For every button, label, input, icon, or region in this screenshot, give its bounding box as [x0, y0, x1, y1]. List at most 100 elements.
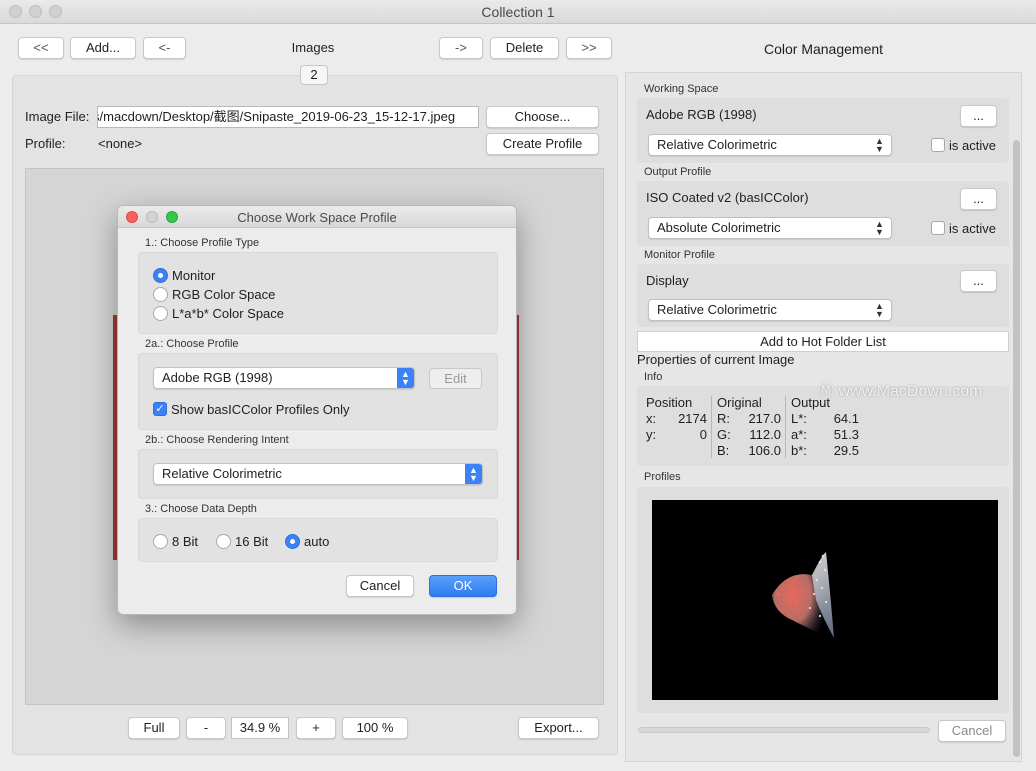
choose-profile-section-label: 2a.: Choose Profile	[145, 338, 239, 350]
x-label: x:	[646, 411, 657, 426]
edit-profile-button[interactable]: Edit	[429, 368, 482, 389]
rendering-intent-section: Relative Colorimetric ▲ ▼	[138, 449, 498, 499]
zoom-value-field[interactable]: 34.9 %	[231, 717, 289, 739]
radio-monitor-label: Monitor	[172, 268, 216, 283]
zoom-100-button[interactable]: 100 %	[342, 717, 408, 739]
r-label: R:	[717, 411, 730, 426]
export-button[interactable]: Export...	[518, 717, 599, 739]
output-profile-more-button[interactable]: ...	[960, 188, 997, 210]
data-depth-section: 8 Bit 16 Bit auto	[138, 518, 498, 562]
delete-image-button[interactable]: Delete	[490, 37, 559, 59]
g-value: 112.0	[749, 427, 781, 442]
output-profile-active-checkbox[interactable]	[931, 221, 945, 235]
working-space-intent-select[interactable]: Relative Colorimetric ▲ ▼	[648, 134, 892, 156]
working-space-value: Adobe RGB (1998)	[646, 107, 757, 122]
add-to-hot-folder-button[interactable]: Add to Hot Folder List	[637, 331, 1009, 352]
l-value: 64.1	[833, 411, 859, 426]
x-value: 2174	[678, 411, 707, 426]
radio-lab-color-space-label: L*a*b* Color Space	[172, 306, 285, 321]
watermark-logo-icon: Ⓜ	[818, 383, 835, 400]
create-profile-button[interactable]: Create Profile	[486, 133, 599, 155]
output-profile-value: ISO Coated v2 (basICColor)	[646, 190, 809, 205]
working-space-more-button[interactable]: ...	[960, 105, 997, 127]
right-panel-scrollbar[interactable]	[1013, 140, 1020, 757]
position-header: Position	[646, 395, 693, 410]
rendering-intent-select[interactable]: Relative Colorimetric ▲ ▼	[153, 463, 483, 485]
color-management-title: Color Management	[763, 41, 884, 57]
add-image-button[interactable]: Add...	[70, 37, 136, 59]
profile-type-section-label: 1.: Choose Profile Type	[145, 237, 260, 249]
choose-work-space-profile-dialog: Choose Work Space Profile 1.: Choose Pro…	[117, 205, 517, 615]
info-divider	[785, 396, 786, 458]
output-profile-active-label: is active	[949, 221, 996, 236]
dialog-title: Choose Work Space Profile	[237, 210, 397, 225]
select-arrows-icon: ▲ ▼	[875, 219, 884, 237]
dialog-ok-button[interactable]: OK	[429, 575, 497, 597]
choose-file-button[interactable]: Choose...	[486, 106, 599, 128]
radio-8bit-label: 8 Bit	[172, 534, 199, 549]
zoom-full-button[interactable]: Full	[128, 717, 180, 739]
a-value: 51.3	[833, 427, 859, 442]
radio-monitor[interactable]	[153, 268, 168, 283]
working-space-active-checkbox[interactable]	[931, 138, 945, 152]
bstar-label: b*:	[791, 443, 807, 458]
output-profile-label: Output Profile	[644, 166, 712, 178]
b-label: B:	[717, 443, 730, 458]
select-arrows-icon: ▲ ▼	[397, 368, 414, 388]
radio-16bit-label: 16 Bit	[235, 534, 269, 549]
info-label: Info	[644, 371, 663, 383]
radio-16bit[interactable]	[216, 534, 231, 549]
zoom-out-button[interactable]: -	[186, 717, 226, 739]
image-file-label: Image File:	[25, 109, 90, 124]
properties-title: Properties of current Image	[637, 352, 795, 367]
image-file-field[interactable]: s/macdown/Desktop/截图/Snipaste_2019-06-23…	[97, 106, 479, 128]
monitor-profile-intent-select[interactable]: Relative Colorimetric ▲ ▼	[648, 299, 892, 321]
select-arrows-icon: ▲ ▼	[875, 301, 884, 319]
title-bar: Collection 1	[0, 0, 1036, 24]
radio-lab-color-space[interactable]	[153, 306, 168, 321]
profile-label: Profile:	[25, 136, 66, 151]
zoom-in-button[interactable]: +	[296, 717, 336, 739]
y-label: y:	[646, 427, 657, 442]
dialog-title-bar: Choose Work Space Profile	[118, 206, 516, 228]
select-arrows-icon: ▲ ▼	[465, 464, 482, 484]
profile-value: <none>	[98, 136, 143, 151]
last-image-button[interactable]: >>	[566, 37, 612, 59]
gamut-3d-view[interactable]	[652, 500, 998, 700]
images-title: Images	[291, 40, 335, 55]
monitor-profile-more-button[interactable]: ...	[960, 270, 997, 292]
dialog-cancel-button[interactable]: Cancel	[346, 575, 414, 597]
info-divider	[711, 396, 712, 458]
gamut-cloud-graphic	[772, 550, 834, 640]
window-title: Collection 1	[481, 4, 555, 20]
image-count-badge: 2	[300, 65, 328, 85]
profile-select[interactable]: Adobe RGB (1998) ▲ ▼	[153, 367, 415, 389]
prev-image-button[interactable]: <-	[143, 37, 186, 59]
monitor-profile-label: Monitor Profile	[644, 249, 715, 261]
working-space-label: Working Space	[644, 83, 719, 95]
data-depth-section-label: 3.: Choose Data Depth	[145, 503, 257, 515]
profiles-label: Profiles	[644, 471, 681, 483]
radio-auto-label: auto	[304, 534, 330, 549]
radio-8bit[interactable]	[153, 534, 168, 549]
bstar-value: 29.5	[833, 443, 859, 458]
watermark: Ⓜ www.MacDown.com	[818, 383, 983, 400]
y-value: 0	[699, 427, 707, 442]
radio-rgb-color-space[interactable]	[153, 287, 168, 302]
next-image-button[interactable]: ->	[439, 37, 483, 59]
l-label: L*:	[791, 411, 807, 426]
panel-cancel-button[interactable]: Cancel	[938, 720, 1006, 742]
choose-profile-section: Adobe RGB (1998) ▲ ▼ Edit ✓ Show basICCol…	[138, 353, 498, 430]
profile-type-section: Monitor RGB Color Space L*a*b* Color Spa…	[138, 252, 498, 334]
first-image-button[interactable]: <<	[18, 37, 64, 59]
select-arrows-icon: ▲ ▼	[875, 136, 884, 154]
show-basiccolor-checkbox[interactable]: ✓	[153, 402, 167, 416]
radio-auto[interactable]	[285, 534, 300, 549]
rendering-intent-section-label: 2b.: Choose Rendering Intent	[145, 434, 289, 446]
working-space-active-label: is active	[949, 138, 996, 153]
radio-rgb-color-space-label: RGB Color Space	[172, 287, 276, 302]
output-profile-intent-select[interactable]: Absolute Colorimetric ▲ ▼	[648, 217, 892, 239]
g-label: G:	[717, 427, 731, 442]
show-basiccolor-label: Show basICColor Profiles Only	[171, 402, 350, 417]
r-value: 217.0	[748, 411, 781, 426]
